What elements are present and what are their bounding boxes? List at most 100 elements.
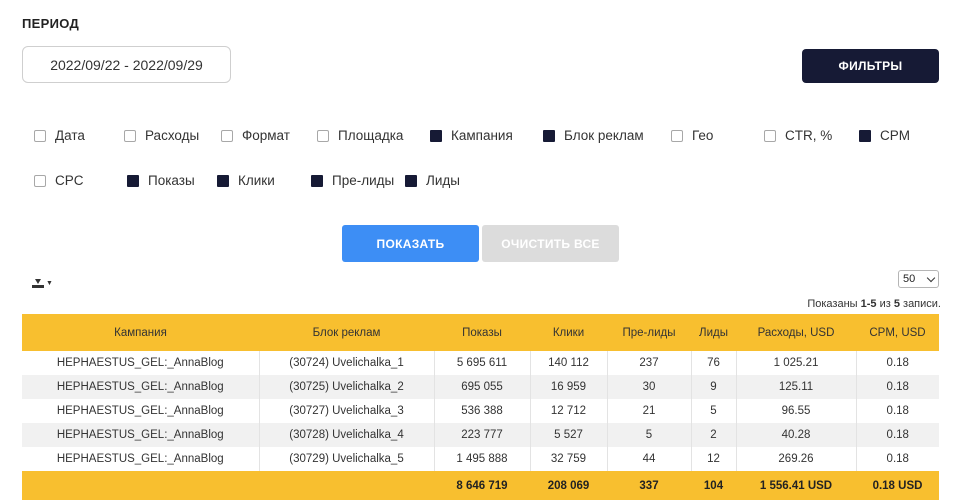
export-dropdown[interactable]: ▼ [32,278,53,288]
checkbox-date[interactable]: Дата [34,128,85,143]
cell-clicks: 16 959 [529,375,607,399]
checkbox-impressions-box[interactable] [127,174,139,187]
checkbox-impressions-label: Показы [148,173,195,188]
cell-clicks: 140 112 [529,351,607,375]
checkbox-ctr[interactable]: CTR, % [764,128,832,143]
total-impressions: 8 646 719 [456,479,508,492]
cell-leads: 2 [690,423,736,447]
checkbox-leads-label: Лиды [426,173,460,188]
cell-impressions: 1 495 888 [433,447,530,471]
summary-suffix: записи. [899,298,941,310]
cell-adblock: (30725) Uvelichalka_2 [258,375,434,399]
cell-cpm: 0.18 [855,399,939,423]
checkbox-geo-box[interactable] [671,129,683,142]
cell-leads: 5 [690,399,736,423]
checkbox-format[interactable]: Формат [221,128,290,143]
show-button[interactable]: ПОКАЗАТЬ [342,225,479,262]
checkbox-leads[interactable]: Лиды [405,173,460,188]
clear-all-button[interactable]: ОЧИСТИТЬ ВСЕ [482,225,619,262]
checkbox-cpc-label: CPC [55,173,84,188]
summary-prefix: Показаны [807,298,861,310]
page-size-value: 50 [903,273,916,285]
checkbox-campaign[interactable]: Кампания [430,128,513,143]
cell-prelids: 5 [606,423,691,447]
total-expenses: 1 556.41 USD [759,479,833,492]
checkbox-clicks-box[interactable] [217,174,229,187]
cell-cpm: 0.18 [855,423,939,447]
cell-adblock: (30728) Uvelichalka_4 [258,423,434,447]
table-row: HEPHAESTUS_GEL:_AnnaBlog (30728) Uvelicha… [22,423,939,447]
header-impressions[interactable]: Показы [434,314,530,351]
table-row: HEPHAESTUS_GEL:_AnnaBlog (30725) Uvelicha… [22,375,939,399]
checkbox-cpm[interactable]: CPM [859,128,910,143]
checkbox-expenses[interactable]: Расходы [124,128,199,143]
checkbox-platform[interactable]: Площадка [317,128,403,143]
cell-campaign: HEPHAESTUS_GEL:_AnnaBlog [56,357,224,369]
cell-prelids: 30 [606,375,691,399]
header-clicks[interactable]: Клики [530,314,607,351]
checkbox-prelids-box[interactable] [311,174,323,187]
checkbox-clicks[interactable]: Клики [217,173,275,188]
table-row: HEPHAESTUS_GEL:_AnnaBlog (30727) Uvelicha… [22,399,939,423]
checkbox-impressions[interactable]: Показы [127,173,195,188]
cell-prelids: 21 [606,399,691,423]
table-row: HEPHAESTUS_GEL:_AnnaBlog (30724) Uvelicha… [22,351,939,375]
checkbox-leads-box[interactable] [405,174,417,187]
checkbox-clicks-label: Клики [238,173,275,188]
total-cell [22,471,259,500]
cell-campaign: HEPHAESTUS_GEL:_AnnaBlog [56,429,224,441]
checkbox-campaign-box[interactable] [430,129,442,142]
checkbox-cpm-label: CPM [880,128,910,143]
header-prelids[interactable]: Пре-лиды [607,314,691,351]
checkbox-format-box[interactable] [221,129,233,142]
cell-impressions: 536 388 [433,399,530,423]
total-cell [259,471,434,500]
checkbox-ctr-box[interactable] [764,129,776,142]
checkbox-date-box[interactable] [34,129,46,142]
checkbox-campaign-label: Кампания [451,128,513,143]
checkbox-expenses-box[interactable] [124,129,136,142]
table-header-row: Кампания Блок реклам Показы Клики Пре-ли… [22,314,939,351]
cell-expenses: 1 025.21 [735,351,856,375]
total-leads: 104 [703,479,724,492]
checkbox-cpm-box[interactable] [859,129,871,142]
checkbox-cpc[interactable]: CPC [34,173,84,188]
cell-clicks: 5 527 [529,423,607,447]
table-row: HEPHAESTUS_GEL:_AnnaBlog (30729) Uvelicha… [22,447,939,471]
chevron-down-icon [926,273,936,283]
cell-leads: 9 [690,375,736,399]
header-expenses[interactable]: Расходы, USD [736,314,856,351]
checkbox-prelids-label: Пре-лиды [332,173,395,188]
checkbox-date-label: Дата [55,128,85,143]
header-adblock[interactable]: Блок реклам [259,314,434,351]
cell-leads: 12 [690,447,736,471]
checkbox-ctr-label: CTR, % [785,128,833,143]
checkbox-format-label: Формат [242,128,290,143]
date-range-input[interactable]: 2022/09/22 - 2022/09/29 [22,46,231,83]
total-prelids: 337 [639,479,659,492]
cell-impressions: 5 695 611 [433,351,530,375]
download-icon [32,279,44,288]
caret-down-icon: ▼ [46,279,53,287]
page-size-select[interactable]: 50 [898,270,939,288]
cell-cpm: 0.18 [855,351,939,375]
cell-campaign: HEPHAESTUS_GEL:_AnnaBlog [56,405,224,417]
cell-expenses: 125.11 [735,375,856,399]
checkbox-prelids[interactable]: Пре-лиды [311,173,394,188]
cell-cpm: 0.18 [855,375,939,399]
checkbox-cpc-box[interactable] [34,174,46,187]
cell-adblock: (30729) Uvelichalka_5 [258,447,434,471]
summary-range: 1-5 [860,298,877,310]
cell-clicks: 12 712 [529,399,607,423]
checkbox-platform-box[interactable] [317,129,329,142]
checkbox-adblock[interactable]: Блок реклам [543,128,644,143]
cell-adblock: (30724) Uvelichalka_1 [258,351,434,375]
checkbox-adblock-box[interactable] [543,129,555,142]
filters-button[interactable]: ФИЛЬТРЫ [802,49,939,83]
header-campaign[interactable]: Кампания [22,314,259,351]
header-cpm[interactable]: CPM, USD [856,314,939,351]
checkbox-geo[interactable]: Гео [671,128,713,143]
header-leads[interactable]: Лиды [691,314,736,351]
cell-prelids: 237 [606,351,691,375]
checkbox-geo-label: Гео [692,128,714,143]
